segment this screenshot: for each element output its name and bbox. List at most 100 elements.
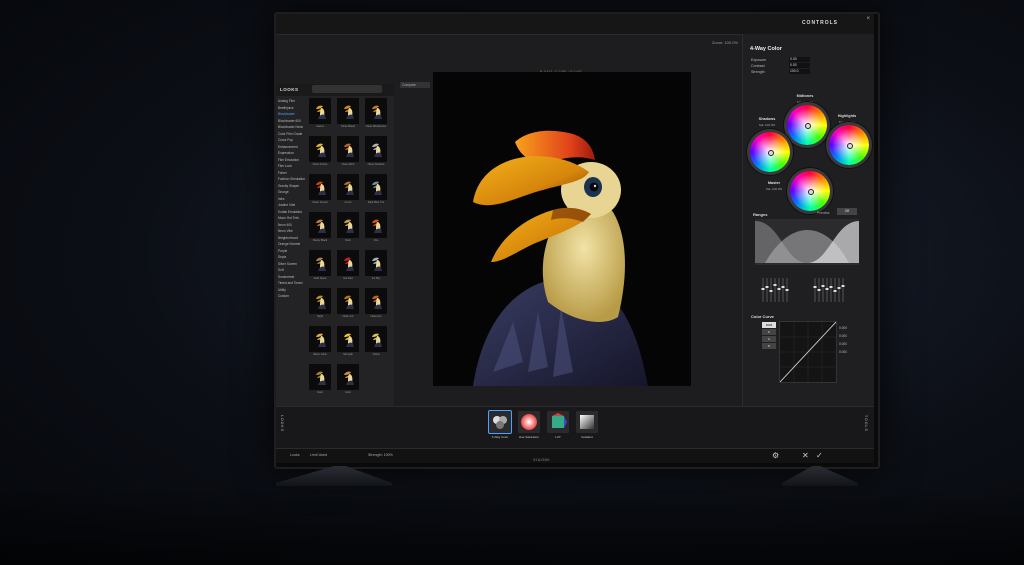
limit-status: Limit Used xyxy=(310,453,327,457)
look-thumbnail-label: Gold Spice xyxy=(313,277,327,280)
look-thumbnail[interactable]: Gold Spice xyxy=(309,250,331,283)
look-thumbnail[interactable]: Hot Red xyxy=(337,250,359,283)
look-thumbnail[interactable]: Clean Blockbuster xyxy=(365,98,387,131)
look-thumbnail[interactable]: Ice Sky xyxy=(365,250,387,283)
look-thumbnail[interactable]: Dark xyxy=(309,364,331,397)
compare-dropdown[interactable]: Compare xyxy=(400,82,430,88)
look-thumbnail[interactable]: Clean Shadow xyxy=(365,136,387,169)
curve-channel-buttons: RGB R G B xyxy=(762,322,776,350)
tool-button[interactable]: Gradient xyxy=(575,411,599,447)
tool-button[interactable]: LUT xyxy=(546,411,570,447)
ranges-graph[interactable] xyxy=(755,219,859,265)
curve-value: 0.000 xyxy=(839,350,847,354)
wheel-handle[interactable] xyxy=(805,123,811,129)
slider-ticks xyxy=(761,278,845,302)
look-thumbnail[interactable]: Nuke Hot xyxy=(365,288,387,321)
look-thumbnail-image xyxy=(309,212,331,238)
look-thumbnail[interactable]: Strength xyxy=(337,326,359,359)
look-thumbnail-image xyxy=(337,212,359,238)
look-thumbnail-image xyxy=(365,98,387,124)
look-thumbnail[interactable]: Crush xyxy=(337,174,359,207)
range-sliders[interactable] xyxy=(757,274,861,304)
looks-category-item[interactable]: Custom xyxy=(278,293,308,300)
looks-title: LOOKS xyxy=(280,87,299,92)
look-thumbnail[interactable]: Yellow xyxy=(365,326,387,359)
look-thumbnail-label: Clean Rich xyxy=(341,163,355,166)
tv-brand-logo: XIAOMI xyxy=(533,457,551,462)
look-thumbnail[interactable]: Clean Bleed xyxy=(337,98,359,131)
tools-side-tab[interactable]: TOOLS xyxy=(864,415,868,432)
master-wheel[interactable] xyxy=(790,171,830,211)
settings-icon[interactable]: ⚙ xyxy=(772,451,779,460)
look-thumbnail-image xyxy=(337,250,359,276)
hue-saturation-tool-icon xyxy=(518,411,540,433)
wheel-handle[interactable] xyxy=(768,150,774,156)
look-thumbnail-label: Clean Sunset xyxy=(312,201,328,204)
look-thumbnail-label: Cactus xyxy=(315,125,325,128)
midtones-wheel[interactable] xyxy=(787,105,827,145)
look-thumbnail[interactable]: Cactus xyxy=(309,98,331,131)
looks-side-tab[interactable]: LOOKS xyxy=(280,415,284,432)
look-thumbnail[interactable]: Color xyxy=(337,364,359,397)
look-thumbnail-label: Dark Blue Tint xyxy=(367,201,385,204)
highlights-wheel[interactable] xyxy=(829,125,869,165)
looks-status[interactable]: Looks xyxy=(290,453,300,457)
look-thumbnail[interactable]: Clean Rich xyxy=(337,136,359,169)
preview-toggle[interactable]: Off xyxy=(837,208,857,215)
curve-channel-button[interactable]: G xyxy=(762,336,776,342)
look-thumbnail[interactable]: Clean Sunset xyxy=(309,174,331,207)
midtones-sat: Sat: 100.0% xyxy=(796,100,814,104)
look-thumbnail[interactable]: Dark Blue Tint xyxy=(365,174,387,207)
shadows-wheel[interactable] xyxy=(750,132,790,172)
controls-panel: 4-Way Color Exposure 0.00 Contrast 0.00 Stre… xyxy=(742,34,874,406)
look-thumbnail-image xyxy=(365,174,387,200)
wheel-handle[interactable] xyxy=(808,189,814,195)
looks-panel: LOOKS Analog Film Beetlejuice Blockbuster B… xyxy=(276,84,394,406)
curve-value: 0.000 xyxy=(839,342,847,346)
look-thumbnail-image xyxy=(309,288,331,314)
looks-header: LOOKS xyxy=(276,84,394,96)
look-thumbnail[interactable]: Clean Frame xyxy=(309,136,331,169)
param-value-field[interactable]: 100.0 xyxy=(789,69,810,74)
look-thumbnail[interactable]: Fire xyxy=(365,212,387,245)
param-value-field[interactable]: 0.00 xyxy=(789,57,810,62)
main-photo-canvas[interactable] xyxy=(433,72,691,386)
looks-category-item[interactable]: Fashion Simulation xyxy=(278,176,308,183)
tool-button[interactable]: 4-Way Color xyxy=(488,411,512,447)
look-thumbnail-label: Warm Glow xyxy=(313,353,327,356)
highlights-sat: Sat: 100.0% xyxy=(838,120,856,124)
confirm-icon[interactable]: ✓ xyxy=(816,451,823,460)
look-thumbnail[interactable]: Warm Glow xyxy=(309,326,331,359)
param-label: Exposure xyxy=(751,58,767,62)
look-thumbnail-label: Color xyxy=(344,391,352,394)
look-thumbnail-label: Ice Sky xyxy=(371,277,381,280)
curve-channel-button[interactable]: R xyxy=(762,329,776,335)
tool-label: LUT xyxy=(555,435,561,439)
look-thumbnail-image xyxy=(365,250,387,276)
looks-search-input[interactable] xyxy=(312,85,382,93)
look-thumbnail-image xyxy=(337,326,359,352)
look-thumbnail[interactable]: Dusky Black xyxy=(309,212,331,245)
look-thumbnail[interactable]: Dark xyxy=(337,212,359,245)
close-icon[interactable]: × xyxy=(866,16,870,22)
strength-status[interactable]: Strength: 100% xyxy=(368,453,393,457)
look-thumbnail-image xyxy=(365,136,387,162)
look-thumbnail-image xyxy=(309,250,331,276)
look-thumbnail-image xyxy=(337,98,359,124)
cancel-icon[interactable]: ✕ xyxy=(802,451,809,460)
curve-channel-button[interactable]: B xyxy=(762,343,776,349)
color-curve-editor[interactable] xyxy=(779,321,837,383)
look-thumbnail-image xyxy=(337,288,359,314)
tool-button[interactable]: Hue Saturation xyxy=(517,411,541,447)
wheel-handle[interactable] xyxy=(847,143,853,149)
curve-value: 0.000 xyxy=(839,326,847,330)
param-value-field[interactable]: 0.00 xyxy=(789,63,810,68)
master-label: Master xyxy=(767,181,781,185)
ranges-label: Ranges xyxy=(753,212,768,217)
status-bar: Looks Limit Used Strength: 100% ⚙ ✕ ✓ xyxy=(276,448,874,463)
curve-channel-button[interactable]: RGB xyxy=(762,322,776,328)
curve-value: 0.000 xyxy=(839,334,847,338)
tool-label: Gradient xyxy=(581,435,593,439)
look-thumbnail[interactable]: Night xyxy=(309,288,331,321)
look-thumbnail[interactable]: Nuke Cut xyxy=(337,288,359,321)
